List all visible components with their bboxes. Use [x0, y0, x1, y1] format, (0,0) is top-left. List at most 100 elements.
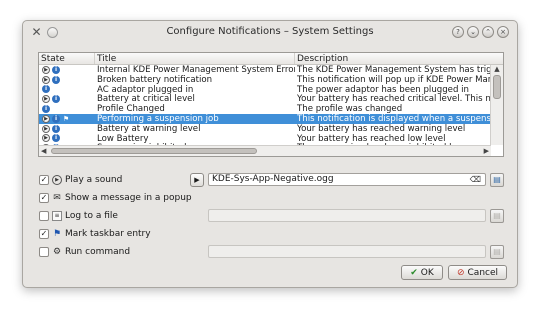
sound-file-field[interactable]: KDE-Sys-App-Negative.ogg ⌫ [208, 173, 486, 186]
table-row[interactable]: ▶ i Internal KDE Power Management System E… [39, 65, 491, 75]
configure-notifications-window: ✕ Configure Notifications – System Setti… [22, 20, 518, 288]
row-title: Battery at critical level [97, 94, 195, 105]
table-row[interactable]: ▶ i Battery at warning level Your battery h… [39, 124, 491, 134]
run-command-field[interactable] [208, 245, 486, 258]
show-popup-label[interactable]: Show a message in a popup [65, 193, 192, 203]
help-icon[interactable]: ? [452, 26, 464, 38]
gear-icon: ⚙ [52, 247, 62, 257]
scroll-right-icon[interactable]: ▶ [484, 146, 489, 156]
sound-state-icon: ▶ [42, 114, 50, 123]
log-file-label[interactable]: Log to a file [65, 211, 118, 221]
table-row[interactable]: ▶ i ⚑ Performing a suspension job This notif… [39, 113, 491, 124]
vertical-scroll-thumb[interactable] [493, 75, 501, 99]
row-title: Broken battery notification [97, 74, 213, 85]
row-state-cell: i [39, 104, 95, 114]
cancel-button[interactable]: ⊘ Cancel [448, 265, 507, 280]
row-title: AC adaptor plugged in [97, 84, 194, 95]
row-state-cell: i [39, 85, 95, 95]
log-file-checkbox[interactable] [39, 211, 49, 221]
cancel-icon: ⊘ [456, 267, 465, 278]
play-sound-preview-button[interactable]: ▶ [190, 173, 204, 187]
log-file-option: ≡ Log to a file [39, 209, 118, 223]
command-folder-icon[interactable]: ▤ [490, 245, 504, 259]
clear-icon[interactable]: ⌫ [470, 175, 481, 184]
info-state-icon: i [42, 105, 50, 114]
row-description: This notification will pop up if KDE Pow… [297, 74, 491, 85]
row-description: The profile was changed [297, 104, 403, 114]
ok-label: OK [420, 267, 434, 278]
show-popup-checkbox[interactable]: ✓ [39, 193, 49, 203]
row-description: Your battery has reached critical level.… [297, 94, 491, 105]
row-state-cell: ▶i [39, 75, 95, 85]
table-rows: ▶ i Internal KDE Power Management System E… [39, 65, 491, 153]
horizontal-scroll-thumb[interactable] [51, 148, 257, 154]
row-title: Internal KDE Power Management System Err… [97, 65, 295, 75]
row-description: This notification is displayed when a su… [297, 113, 491, 124]
minimize-icon[interactable]: ⌄ [467, 26, 479, 38]
cancel-label: Cancel [467, 267, 499, 278]
run-command-option: ⚙ Run command [39, 245, 130, 259]
info-state-icon: i [52, 75, 60, 84]
scroll-left-icon[interactable]: ◀ [41, 146, 46, 156]
play-sound-checkbox[interactable]: ✓ [39, 175, 49, 185]
log-folder-icon[interactable]: ▤ [490, 209, 504, 223]
info-state-icon: i [42, 85, 50, 94]
column-header-description[interactable]: Description [295, 53, 491, 64]
window-title: Configure Notifications – System Setting… [166, 26, 374, 37]
close-icon[interactable]: × [497, 26, 509, 38]
info-state-icon: i [52, 124, 60, 133]
row-title: Performing a suspension job [97, 113, 219, 124]
row-description: Your battery has reached warning level [297, 123, 466, 134]
sound-state-icon: ▶ [42, 65, 50, 74]
run-command-label[interactable]: Run command [65, 247, 130, 257]
info-state-icon: i [52, 134, 60, 143]
show-popup-option: ✓ ✉ Show a message in a popup [39, 191, 192, 205]
play-sound-label[interactable]: Play a sound [65, 175, 122, 185]
taskbar-option: ✓ ⚑ Mark taskbar entry [39, 227, 151, 241]
open-folder-icon[interactable]: ▤ [490, 173, 504, 187]
table-row[interactable]: i Profile Changed The profile was changed [39, 104, 491, 114]
table-row[interactable]: i AC adaptor plugged in The power adaptor … [39, 84, 491, 95]
run-command-checkbox[interactable] [39, 247, 49, 257]
taskbar-state-icon: ⚑ [62, 114, 70, 123]
sound-state-icon: ▶ [42, 134, 50, 143]
play-sound-option: ✓ ▶ Play a sound [39, 173, 122, 187]
row-state-cell: ▶i [39, 134, 95, 144]
info-state-icon: i [52, 65, 60, 74]
row-title: Battery at warning level [97, 123, 201, 134]
column-header-state[interactable]: State [39, 53, 95, 64]
row-state-cell: ▶i [39, 65, 95, 75]
row-title: Profile Changed [97, 104, 165, 114]
info-state-icon: i [52, 114, 60, 123]
play-icon: ▶ [52, 175, 62, 185]
title-bar[interactable]: ✕ Configure Notifications – System Setti… [23, 21, 517, 44]
maximize-icon[interactable]: ⌃ [482, 26, 494, 38]
table-row[interactable]: ▶ i Battery at critical level Your battery … [39, 94, 491, 104]
document-icon: ≡ [52, 211, 62, 221]
taskbar-checkbox[interactable]: ✓ [39, 229, 49, 239]
row-title: Low Battery [97, 133, 149, 144]
horizontal-scrollbar[interactable]: ◀ ▶ [39, 145, 491, 156]
table-row[interactable]: ▶ i Low Battery Your battery has reached lo… [39, 133, 491, 144]
row-state-cell: ▶i [39, 94, 95, 104]
flag-icon: ⚑ [52, 229, 62, 239]
row-state-cell: ▶i [39, 124, 95, 134]
scroll-up-icon[interactable]: ▲ [491, 65, 503, 74]
sound-file-value: KDE-Sys-App-Negative.ogg [212, 174, 334, 184]
sound-state-icon: ▶ [42, 75, 50, 84]
log-file-field[interactable] [208, 209, 486, 222]
row-description: Your battery has reached low level [297, 133, 446, 144]
table-row[interactable]: ▶ i Broken battery notification This notifi… [39, 75, 491, 85]
row-state-cell: ▶ i ⚑ [39, 114, 95, 124]
taskbar-label[interactable]: Mark taskbar entry [65, 229, 151, 239]
column-header-title[interactable]: Title [95, 53, 295, 64]
info-state-icon: i [52, 95, 60, 104]
sound-state-icon: ▶ [42, 95, 50, 104]
vertical-scrollbar[interactable]: ▲ [490, 65, 503, 145]
row-description: The KDE Power Management System has trig… [297, 65, 491, 75]
notifications-table[interactable]: State Title Description ▶ i Internal KDE P… [38, 52, 504, 157]
message-icon: ✉ [53, 193, 61, 203]
sound-state-icon: ▶ [42, 124, 50, 133]
check-icon: ✔ [410, 267, 418, 278]
ok-button[interactable]: ✔ OK [401, 265, 443, 280]
